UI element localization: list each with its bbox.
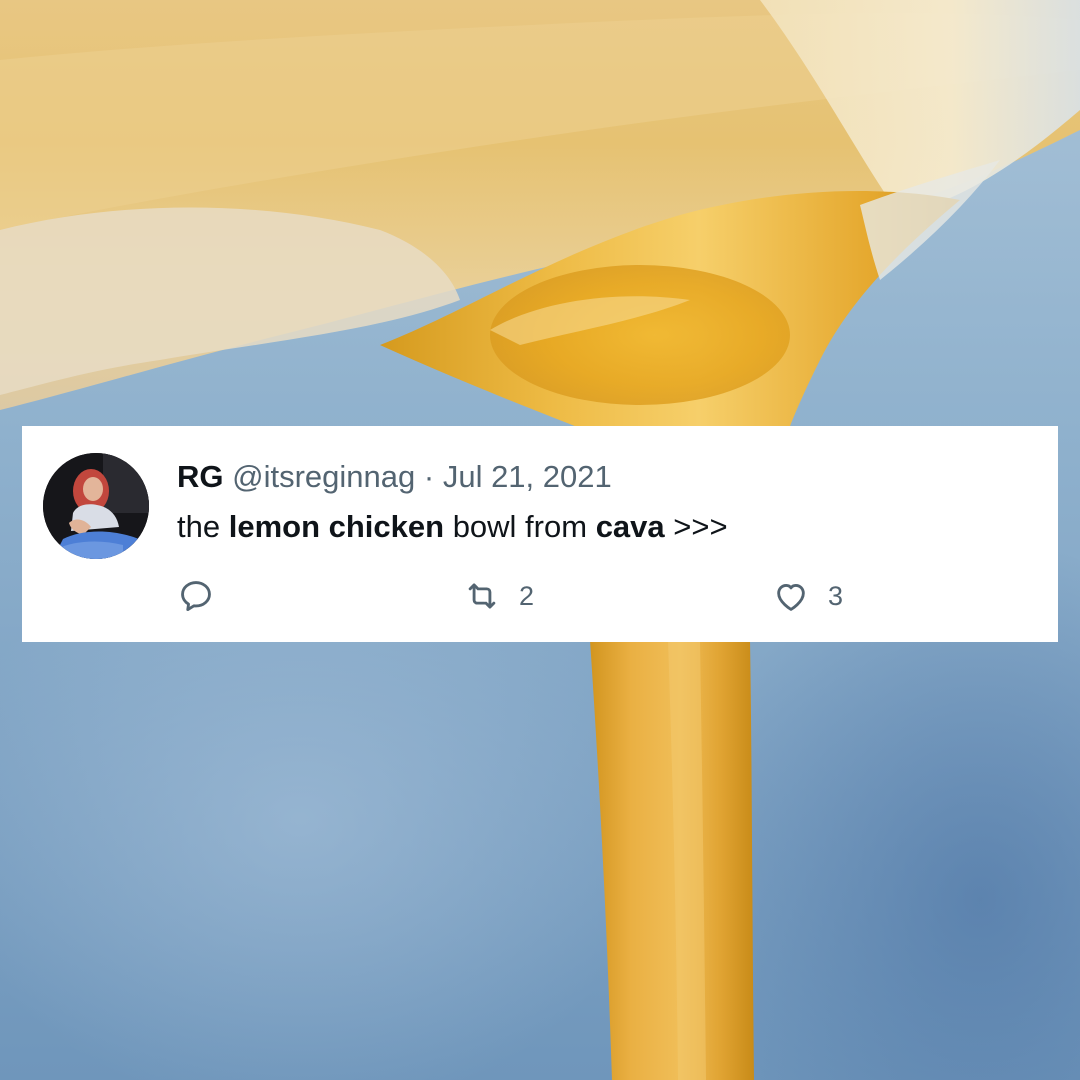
retweet-button[interactable]: 2 [463, 574, 534, 618]
retweet-icon [463, 577, 501, 615]
reply-icon [177, 577, 215, 615]
tweet-text-part: >>> [664, 509, 728, 544]
like-count: 3 [828, 580, 844, 611]
avatar[interactable] [43, 453, 149, 559]
retweet-count: 2 [519, 580, 535, 611]
tweet-text-bold: cava [595, 509, 665, 544]
tweet-text-part: bowl from [444, 509, 596, 544]
tweet-date[interactable]: Jul 21, 2021 [443, 459, 612, 494]
tweet-text-bold: lemon chicken [228, 509, 445, 544]
tweet-text-part: the [177, 509, 229, 544]
tweet-card[interactable]: RG @itsreginnag · Jul 21, 2021 the lemon… [22, 426, 1058, 642]
display-name[interactable]: RG [177, 459, 224, 494]
tweet-text: the lemon chicken bowl from cava >>> [177, 508, 728, 546]
handle[interactable]: @itsreginnag [232, 459, 415, 494]
tweet-header: RG @itsreginnag · Jul 21, 2021 [177, 458, 612, 496]
profile-photo [43, 453, 149, 559]
separator-dot: · [423, 459, 435, 494]
like-button[interactable]: 3 [772, 574, 843, 618]
reply-button[interactable] [177, 574, 233, 618]
heart-icon [772, 577, 810, 615]
